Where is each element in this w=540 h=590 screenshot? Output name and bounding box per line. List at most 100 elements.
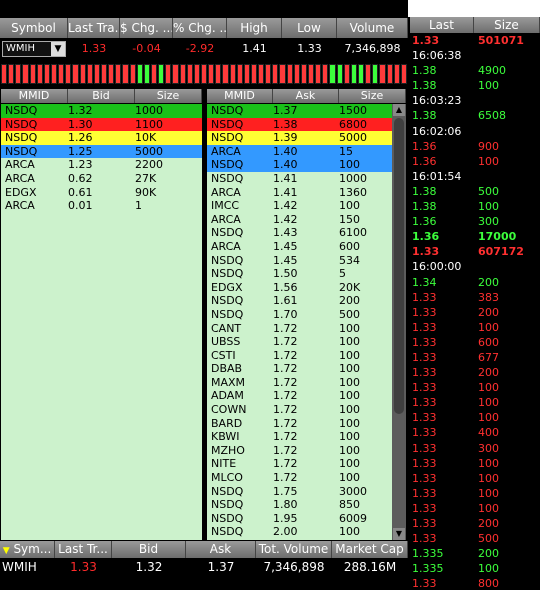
book-row[interactable]: ARCA 0.01 1 [1,199,202,213]
trade-size: 200 [478,547,499,561]
book-price: 1.72 [273,416,298,430]
book-row[interactable]: EDGX 0.61 90K [1,186,202,200]
book-row[interactable]: CANT 1.72 100 [207,322,392,336]
tick-segment [258,64,265,84]
book-row[interactable]: NSDQ 1.45 534 [207,254,392,268]
trade-row: 1.33 200 [410,305,540,320]
book-mmid: EDGX [5,185,37,199]
ts-list[interactable]: 1.33 501071 16:06:38 1.38 4900 1.38 100 16:03:2… [410,33,540,590]
book-row[interactable]: MLCO 1.72 100 [207,471,392,485]
trade-row: 1.33 100 [410,471,540,486]
book-size: 6800 [339,117,367,131]
scroll-thumb[interactable] [394,118,404,414]
ts-col-last[interactable]: Last [410,17,474,33]
book-row[interactable]: MZHO 1.72 100 [207,444,392,458]
ask-book[interactable]: NSDQ 1.37 1500 NSDQ 1.38 6800 NSDQ 1.39 5000 ARCA… [207,104,392,540]
book-row[interactable]: NSDQ 1.75 3000 [207,485,392,499]
book-row[interactable]: NSDQ 1.50 5 [207,267,392,281]
book-row[interactable]: NSDQ 1.25 5000 [1,144,202,159]
bid-col-bid[interactable]: Bid [68,89,135,103]
col-pct[interactable]: % Chg. ... [173,18,227,38]
book-row[interactable]: NSDQ 1.37 1500 [207,104,392,118]
time-and-sales: Last Size 1.33 501071 16:06:38 1.38 4900 1.38… [410,17,540,590]
ask-col-mmid[interactable]: MMID [207,89,273,103]
trade-price: 1.38 [412,200,437,214]
trade-price: 1.36 [412,215,437,229]
symbol-dropdown[interactable]: WMIH ▼ [2,41,66,57]
trade-price: 1.38 [412,184,437,198]
book-size: 100 [339,471,360,485]
book-size: 500 [339,307,360,321]
book-row[interactable]: EDGX 1.56 20K [207,281,392,295]
book-size: 200 [339,294,360,308]
scroll-up-icon[interactable]: ▲ [393,104,405,116]
book-row[interactable]: MAXM 1.72 100 [207,376,392,390]
book-row[interactable]: UBSS 1.72 100 [207,335,392,349]
book-row[interactable]: ADAM 1.72 100 [207,389,392,403]
book-row[interactable]: ARCA 0.62 27K [1,172,202,186]
book-row[interactable]: NSDQ 1.41 1000 [207,172,392,186]
book-row[interactable]: COWN 1.72 100 [207,403,392,417]
trade-size: 600 [478,335,499,349]
chevron-down-icon[interactable]: ▼ [51,42,65,56]
book-row[interactable]: ARCA 1.41 1360 [207,186,392,200]
book-mmid: CSTI [211,348,236,362]
wl-col-cap[interactable]: Market Cap [332,541,408,558]
book-row[interactable]: ARCA 1.45 600 [207,240,392,254]
book-row[interactable]: ARCA 1.23 2200 [1,158,202,172]
col-symbol[interactable]: Symbol [0,18,68,38]
book-row[interactable]: NSDQ 2.00 100 [207,525,392,539]
trade-row: 16:01:54 [410,169,540,184]
col-chg[interactable]: $ Chg. ... [120,18,173,38]
book-size: 100 [339,335,360,349]
book-row[interactable]: NSDQ 1.26 10K [1,131,202,145]
wl-col-volume[interactable]: Tot. Volume [256,541,332,558]
wl-col-bid[interactable]: Bid [112,541,186,558]
tick-segment [58,64,65,84]
book-row[interactable]: ARCA 1.42 150 [207,213,392,227]
scroll-down-icon[interactable]: ▼ [393,528,405,540]
book-row[interactable]: NSDQ 1.38 6800 [207,117,392,132]
ask-col-ask[interactable]: Ask [273,89,339,103]
bid-col-mmid[interactable]: MMID [1,89,68,103]
trade-row: 1.335 100 [410,561,540,576]
trade-row: 1.33 100 [410,380,540,395]
book-row[interactable]: CSTI 1.72 100 [207,349,392,363]
col-volume[interactable]: Volume [337,18,408,38]
book-row[interactable]: BARD 1.72 100 [207,417,392,431]
tick-segment [279,64,286,84]
ts-col-size[interactable]: Size [474,17,540,33]
wl-col-ask[interactable]: Ask [186,541,256,558]
book-row[interactable]: NSDQ 1.32 1000 [1,104,202,118]
col-low[interactable]: Low [282,18,337,38]
book-mmid: NITE [211,457,237,471]
book-row[interactable]: NSDQ 1.39 5000 [207,131,392,145]
book-price: 0.62 [68,171,93,185]
book-row[interactable]: IMCC 1.42 100 [207,199,392,213]
book-row[interactable]: NSDQ 1.95 6009 [207,512,392,526]
book-row[interactable]: NITE 1.72 100 [207,457,392,471]
tick-segment [250,64,258,84]
book-row[interactable]: NSDQ 1.70 500 [207,308,392,322]
tick-segment [400,64,408,84]
book-row[interactable]: ARCA 1.40 15 [207,144,392,159]
book-row[interactable]: NSDQ 1.40 100 [207,158,392,172]
book-row[interactable]: NSDQ 1.80 850 [207,498,392,512]
tick-segment [243,64,250,84]
wl-col-sym[interactable]: ▼ Sym... [0,541,55,558]
bid-book[interactable]: NSDQ 1.32 1000 NSDQ 1.30 1100 NSDQ 1.26 10K NSDQ 1… [1,104,202,540]
book-mmid: NSDQ [211,525,244,539]
wl-col-last[interactable]: Last Tr... [55,541,112,558]
book-row[interactable]: NSDQ 1.61 200 [207,294,392,308]
book-row[interactable]: KBWI 1.72 100 [207,430,392,444]
bid-col-size[interactable]: Size [135,89,202,103]
book-row[interactable]: NSDQ 1.30 1100 [1,117,202,132]
watchlist-row[interactable]: WMIH 1.33 1.32 1.37 7,346,898 288.16M [0,559,408,576]
col-high[interactable]: High [227,18,282,38]
col-last[interactable]: Last Tra... [68,18,120,38]
book-row[interactable]: DBAB 1.72 100 [207,362,392,376]
book-row[interactable]: NSDQ 1.43 6100 [207,226,392,240]
wl-volume: 7,346,898 [263,560,325,574]
ask-scrollbar[interactable]: ▲ ▼ [392,104,406,540]
ask-col-size[interactable]: Size [339,89,406,103]
